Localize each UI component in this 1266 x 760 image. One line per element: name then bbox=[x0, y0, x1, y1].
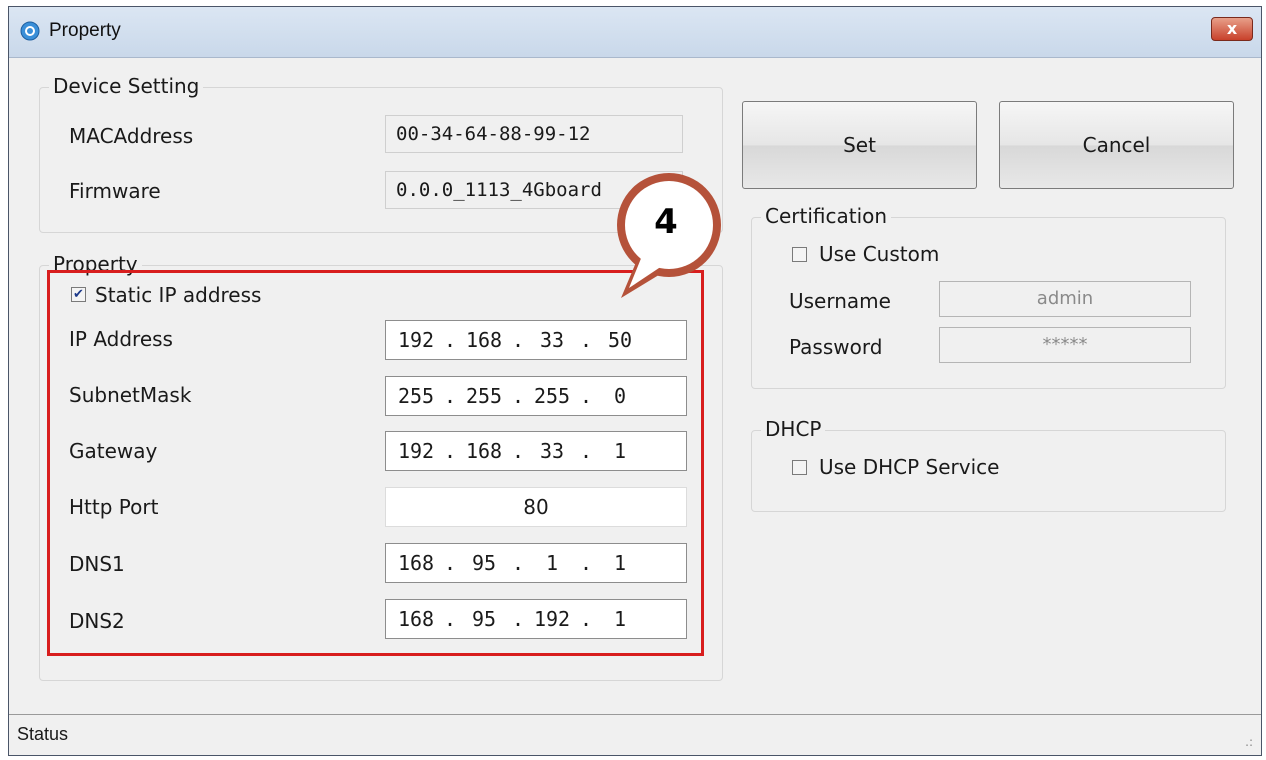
title-bar[interactable]: Property x bbox=[9, 7, 1261, 58]
username-field[interactable]: admin bbox=[939, 281, 1191, 317]
status-bar: Status .: bbox=[9, 714, 1261, 755]
close-icon: x bbox=[1226, 19, 1238, 38]
dhcp-legend: DHCP bbox=[761, 417, 826, 441]
cancel-button[interactable]: Cancel bbox=[999, 101, 1234, 189]
use-custom-checkbox[interactable] bbox=[792, 247, 807, 262]
callout-number: 4 bbox=[654, 202, 678, 242]
username-label: Username bbox=[789, 289, 891, 313]
use-dhcp-checkbox[interactable] bbox=[792, 460, 807, 475]
window-title: Property bbox=[49, 20, 121, 41]
use-custom-label[interactable]: Use Custom bbox=[819, 242, 939, 266]
device-setting-legend: Device Setting bbox=[49, 74, 204, 98]
resize-grip-icon[interactable]: .: bbox=[1245, 735, 1253, 749]
app-icon bbox=[20, 21, 40, 41]
close-button[interactable]: x bbox=[1211, 17, 1253, 41]
property-highlight-box bbox=[47, 270, 704, 656]
use-dhcp-label[interactable]: Use DHCP Service bbox=[819, 455, 999, 479]
password-field[interactable]: ***** bbox=[939, 327, 1191, 363]
set-button[interactable]: Set bbox=[742, 101, 977, 189]
certification-legend: Certification bbox=[761, 204, 892, 228]
firmware-label: Firmware bbox=[69, 179, 161, 203]
password-label: Password bbox=[789, 335, 883, 359]
mac-address-label: MACAddress bbox=[69, 124, 194, 148]
status-text: Status bbox=[17, 724, 69, 744]
mac-address-field[interactable]: 00-34-64-88-99-12 bbox=[385, 115, 683, 153]
